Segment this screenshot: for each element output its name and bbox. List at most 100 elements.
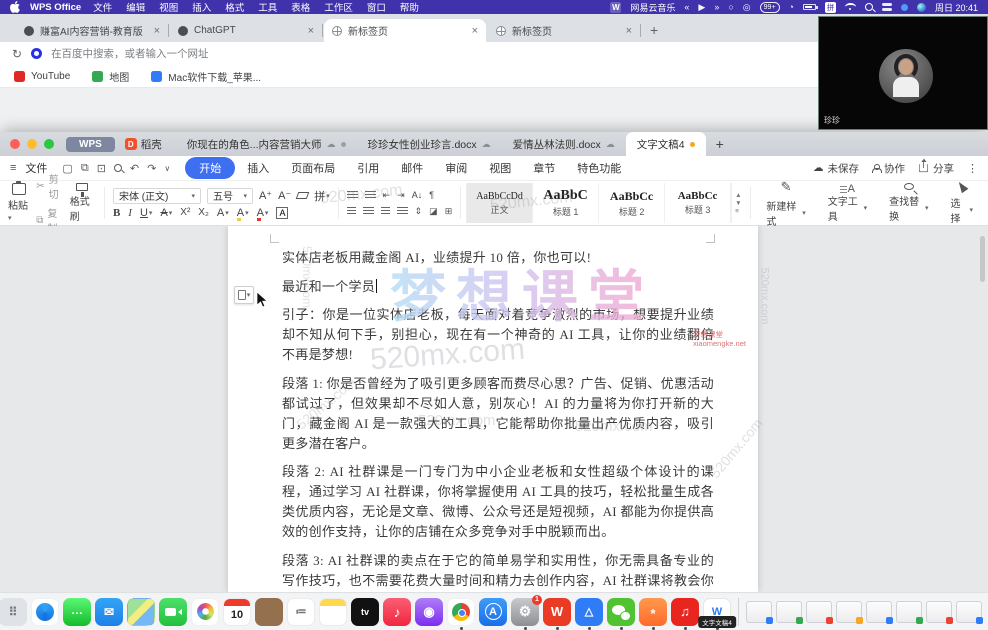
justify-icon[interactable] bbox=[396, 206, 408, 216]
browser-tab[interactable]: 新标签页 × bbox=[488, 19, 641, 42]
search-icon[interactable] bbox=[864, 3, 873, 11]
battery-icon[interactable] bbox=[802, 4, 818, 10]
minimized-window[interactable] bbox=[806, 600, 833, 624]
pinyin-guide-button[interactable]: 拼 ▾ bbox=[314, 188, 330, 204]
share-button[interactable]: 分享 bbox=[918, 158, 954, 176]
find-replace-button[interactable]: 查找替换 ▾ bbox=[878, 183, 939, 223]
bullet-list-icon[interactable] bbox=[346, 190, 358, 200]
address-input[interactable]: 在百度中搜索，或者输入一个网址 bbox=[51, 46, 916, 61]
dock-notes[interactable] bbox=[319, 597, 347, 626]
menubar-menu[interactable]: 窗口 bbox=[367, 0, 386, 14]
media-previous-icon[interactable]: « bbox=[684, 2, 689, 12]
ribbon-tab[interactable]: 开始 bbox=[185, 157, 236, 179]
shading-icon[interactable]: ◪ bbox=[429, 206, 438, 217]
menubar-menu[interactable]: 帮助 bbox=[400, 0, 419, 14]
dock-system-settings[interactable]: 1 bbox=[511, 594, 542, 630]
tab-close-icon[interactable]: × bbox=[154, 25, 160, 37]
paragraph[interactable]: 段落 2: AI 社群课是一门专门为中小企业老板和女性超级个体设计的课程，通过学… bbox=[282, 462, 714, 542]
style-preset[interactable]: AaBbCc 标题 2 bbox=[599, 183, 666, 223]
show-marks-icon[interactable]: ¶ bbox=[429, 190, 434, 200]
paragraph[interactable]: 段落 1: 你是否曾经为了吸引更多顾客而费尽心思？广告、促销、优惠活动都试过了，… bbox=[282, 374, 714, 454]
print-icon[interactable]: ⊡ bbox=[97, 162, 106, 175]
media-next-icon[interactable]: » bbox=[714, 2, 719, 12]
decrease-indent-icon[interactable]: ⇤ bbox=[383, 190, 391, 201]
strikethrough-button[interactable]: A ▾ bbox=[160, 207, 172, 219]
bookmark-item[interactable]: Mac软件下载_苹果... bbox=[151, 69, 261, 84]
dock-wps-document[interactable]: W 文字文稿4 bbox=[698, 597, 736, 630]
new-style-button[interactable]: ✎ 新建样式 ▾ bbox=[755, 179, 816, 228]
underline-button[interactable]: U ▾ bbox=[140, 207, 152, 219]
dock-calendar[interactable]: 10 bbox=[223, 597, 251, 626]
paragraph[interactable]: 引子：你是一位实体店老板，每天面对着竞争激烈的市场，想要提升业绩却不知从何下手，… bbox=[282, 305, 714, 365]
grow-font-button[interactable]: A⁺ bbox=[259, 189, 272, 202]
document-text[interactable]: 实体店老板用藏金阁 AI，业绩提升 10 倍，你也可以! 最近和一个学员 引子：你是… bbox=[282, 248, 714, 592]
browser-tab[interactable]: 赚富AI内容营销-教育版 × bbox=[16, 19, 169, 42]
minimize-window-button[interactable] bbox=[27, 139, 37, 149]
undo-icon[interactable]: ↶ bbox=[130, 162, 139, 175]
menubar-menu[interactable]: 工作区 bbox=[324, 0, 353, 14]
superscript-button[interactable]: X² bbox=[180, 207, 190, 218]
ribbon-tab[interactable]: 审阅 bbox=[435, 157, 477, 179]
line-spacing-icon[interactable]: ⇕ bbox=[415, 206, 423, 217]
ribbon-tab[interactable]: 引用 bbox=[347, 157, 389, 179]
paragraph[interactable]: 段落 3: AI 社群课的卖点在于它的简单易学和实用性，你无需具备专业的写作技巧… bbox=[282, 551, 714, 593]
media-play-icon[interactable]: ▶ bbox=[698, 2, 705, 13]
menubar-menu[interactable]: 工具 bbox=[258, 0, 277, 14]
dock-app-orange[interactable] bbox=[639, 597, 667, 630]
tab-close-icon[interactable]: × bbox=[308, 25, 314, 37]
ribbon-tab[interactable]: 插入 bbox=[237, 157, 279, 179]
minimized-window[interactable] bbox=[896, 600, 923, 624]
style-gallery-scroll[interactable]: ▲ ▼ ≡ bbox=[732, 183, 744, 223]
close-window-button[interactable] bbox=[10, 139, 20, 149]
align-center-icon[interactable] bbox=[362, 206, 374, 216]
browser-tab[interactable]: ChatGPT × bbox=[170, 19, 323, 42]
minimized-window[interactable] bbox=[956, 600, 983, 624]
new-tab-button[interactable]: + bbox=[650, 22, 658, 38]
dock-mail[interactable] bbox=[95, 597, 123, 626]
paste-options-button[interactable]: ▾ bbox=[234, 286, 254, 304]
tab-close-icon[interactable]: × bbox=[626, 25, 632, 37]
dock-music[interactable] bbox=[383, 597, 411, 626]
select-button[interactable]: 选择 ▾ bbox=[940, 179, 984, 225]
menubar-menu[interactable]: 视图 bbox=[159, 0, 178, 14]
video-overlay[interactable]: 珍珍 bbox=[818, 16, 988, 130]
redo-icon[interactable]: ↷ bbox=[147, 162, 156, 175]
numbered-list-icon[interactable] bbox=[364, 190, 376, 200]
ribbon-tab[interactable]: 章节 bbox=[523, 157, 565, 179]
document-scrollbar[interactable] bbox=[980, 236, 985, 282]
minimized-window[interactable] bbox=[866, 600, 893, 624]
dock-podcasts[interactable] bbox=[415, 597, 443, 626]
dock-app-store[interactable] bbox=[479, 597, 507, 626]
style-preset[interactable]: AaBbC 标题 1 bbox=[533, 183, 600, 223]
minimized-window[interactable] bbox=[776, 600, 803, 624]
dock-messages[interactable] bbox=[63, 597, 91, 626]
docer-button[interactable]: D 稻壳 bbox=[124, 137, 162, 152]
sort-icon[interactable]: A↓ bbox=[412, 190, 423, 200]
dock-chrome[interactable] bbox=[447, 597, 475, 630]
menubar-menu[interactable]: 表格 bbox=[291, 0, 310, 14]
shrink-font-button[interactable]: A⁻ bbox=[278, 189, 291, 202]
collaborate-button[interactable]: 协作 bbox=[872, 161, 905, 176]
print-preview-icon[interactable] bbox=[113, 164, 122, 172]
menubar-app-name[interactable]: WPS Office bbox=[30, 2, 81, 13]
new-document-tab-button[interactable]: + bbox=[716, 136, 724, 152]
reload-icon[interactable]: ↻ bbox=[12, 47, 22, 61]
menubar-menu[interactable]: 插入 bbox=[192, 0, 211, 14]
dock-wechat[interactable] bbox=[607, 597, 635, 630]
wordart-button[interactable]: A ▾ bbox=[217, 207, 229, 219]
ribbon-tab[interactable]: 页面布局 bbox=[281, 157, 345, 179]
wps-home-button[interactable]: WPS bbox=[66, 136, 115, 152]
font-name-select[interactable]: 宋体 (正文) ▾ bbox=[112, 187, 201, 204]
paste-button[interactable]: 粘贴 ▾ bbox=[4, 181, 34, 223]
control-center-icon[interactable] bbox=[881, 3, 892, 12]
style-preset[interactable]: AaBbCcDd 正文 bbox=[467, 183, 534, 223]
dock-books[interactable] bbox=[255, 597, 283, 626]
minimized-window[interactable] bbox=[926, 600, 953, 624]
customize-quickbar-icon[interactable]: ∨ bbox=[164, 164, 170, 173]
record-icon[interactable]: ◎ bbox=[743, 2, 751, 13]
increase-indent-icon[interactable]: ⇥ bbox=[397, 190, 405, 201]
more-options-icon[interactable]: ⋮ bbox=[967, 162, 978, 175]
wps-doc-tab[interactable]: 爱情丛林法则.docx ☁ bbox=[502, 132, 626, 156]
wps-menubar-icon[interactable]: W bbox=[610, 1, 622, 13]
dock-apple-tv[interactable]: tv bbox=[351, 597, 379, 626]
